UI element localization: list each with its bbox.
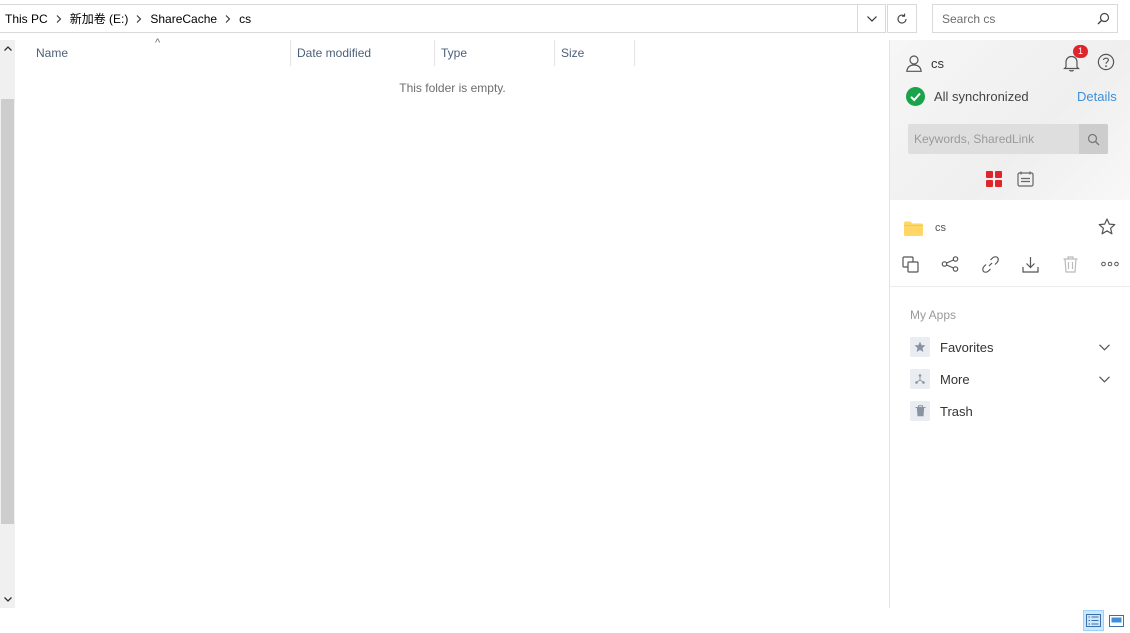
help-button[interactable] <box>1097 53 1115 74</box>
calendar-icon <box>1017 171 1034 187</box>
link-button[interactable] <box>980 254 1000 274</box>
notification-badge: 1 <box>1073 45 1088 58</box>
large-icons-view-button[interactable] <box>1106 610 1127 631</box>
address-bar[interactable]: This PC 新加卷 (E:) ShareCache cs <box>0 4 858 33</box>
sync-panel: cs 1 All synchronized Details Keywords, … <box>889 40 1130 608</box>
panel-search-box[interactable] <box>908 124 1108 154</box>
link-icon <box>981 255 999 273</box>
breadcrumb-sharecache[interactable]: ShareCache <box>150 12 217 26</box>
app-item-trash[interactable]: Trash <box>910 401 1110 421</box>
share-button[interactable] <box>940 254 960 274</box>
calendar-view-button[interactable] <box>1017 171 1034 190</box>
check-circle-icon <box>906 87 925 106</box>
panel-header: cs 1 All synchronized Details <box>890 40 1130 200</box>
search-input[interactable] <box>940 10 1100 27</box>
app-item-more[interactable]: More <box>910 369 1110 389</box>
app-label-more: More <box>940 371 970 387</box>
app-item-favorites[interactable]: Favorites <box>910 337 1110 357</box>
vertical-scrollbar[interactable] <box>0 40 15 608</box>
trash-icon <box>910 401 930 421</box>
details-view-button[interactable] <box>1083 610 1104 631</box>
more-options-button[interactable] <box>1100 254 1120 274</box>
star-icon <box>910 337 930 357</box>
copy-button[interactable] <box>900 254 920 274</box>
help-icon <box>1097 53 1115 71</box>
status-bar <box>0 608 1130 633</box>
chevron-up-icon <box>3 46 12 51</box>
current-folder-name: cs <box>935 222 946 234</box>
chevron-down-icon[interactable] <box>1099 340 1110 354</box>
trash-icon <box>1063 255 1077 273</box>
apps-more-icon <box>910 369 930 389</box>
empty-folder-message: This folder is empty. <box>399 81 506 95</box>
chevron-down-icon <box>866 15 877 22</box>
folder-icon <box>904 221 923 236</box>
refresh-icon <box>897 13 907 24</box>
column-header-date-modified[interactable]: Date modified <box>291 40 434 66</box>
column-header-type[interactable]: Type <box>435 40 554 66</box>
scrollbar-thumb[interactable] <box>1 99 14 524</box>
user-account[interactable]: cs <box>906 53 944 73</box>
column-divider[interactable] <box>634 40 635 66</box>
refresh-button[interactable] <box>887 4 917 33</box>
star-outline-icon <box>1098 218 1116 235</box>
grid-view-icon <box>986 171 1002 187</box>
grid-view-button[interactable] <box>986 171 1002 190</box>
chevron-down-icon[interactable] <box>1099 372 1110 386</box>
breadcrumb-this-pc[interactable]: This PC <box>5 12 48 26</box>
search-icon[interactable] <box>1097 12 1110 28</box>
column-header-size[interactable]: Size <box>555 40 634 66</box>
favorite-button[interactable] <box>1098 218 1116 238</box>
user-icon <box>906 54 922 72</box>
address-history-dropdown[interactable] <box>858 4 886 33</box>
delete-button[interactable] <box>1060 254 1080 274</box>
details-view-icon <box>1086 614 1101 627</box>
view-switcher <box>986 171 1034 190</box>
download-icon <box>1021 256 1039 273</box>
column-header-name[interactable]: Name <box>30 40 290 66</box>
my-apps-title: My Apps <box>910 308 957 322</box>
breadcrumb-chevron-icon[interactable] <box>128 14 150 23</box>
app-label-favorites: Favorites <box>940 339 994 355</box>
scroll-up-button[interactable] <box>0 40 15 57</box>
breadcrumb-chevron-icon[interactable] <box>48 14 70 23</box>
sync-status: All synchronized <box>906 87 1029 106</box>
address-toolbar: This PC 新加卷 (E:) ShareCache cs <box>0 0 1130 40</box>
sync-status-text: All synchronized <box>934 89 1029 104</box>
more-horizontal-icon <box>1101 261 1119 267</box>
breadcrumb-drive-e[interactable]: 新加卷 (E:) <box>70 10 129 27</box>
search-icon <box>1087 133 1100 145</box>
app-label-trash: Trash <box>940 403 973 419</box>
current-folder: cs <box>904 218 1116 238</box>
details-link[interactable]: Details <box>1077 89 1117 104</box>
breadcrumb-chevron-icon[interactable] <box>217 14 239 23</box>
search-box[interactable] <box>932 4 1118 33</box>
download-button[interactable] <box>1020 254 1040 274</box>
chevron-down-icon <box>3 597 12 602</box>
panel-divider <box>890 286 1130 287</box>
large-icons-view-icon <box>1109 614 1124 627</box>
breadcrumb-cs[interactable]: cs <box>239 12 251 26</box>
folder-actions <box>900 254 1120 274</box>
scroll-down-button[interactable] <box>0 591 15 608</box>
copy-icon <box>901 255 919 273</box>
panel-search-input[interactable] <box>908 124 1078 154</box>
file-list[interactable]: ^ Name Date modified Type Size This fold… <box>16 37 889 608</box>
panel-search-button[interactable] <box>1079 124 1108 154</box>
share-icon <box>941 256 959 272</box>
user-name: cs <box>931 55 944 71</box>
